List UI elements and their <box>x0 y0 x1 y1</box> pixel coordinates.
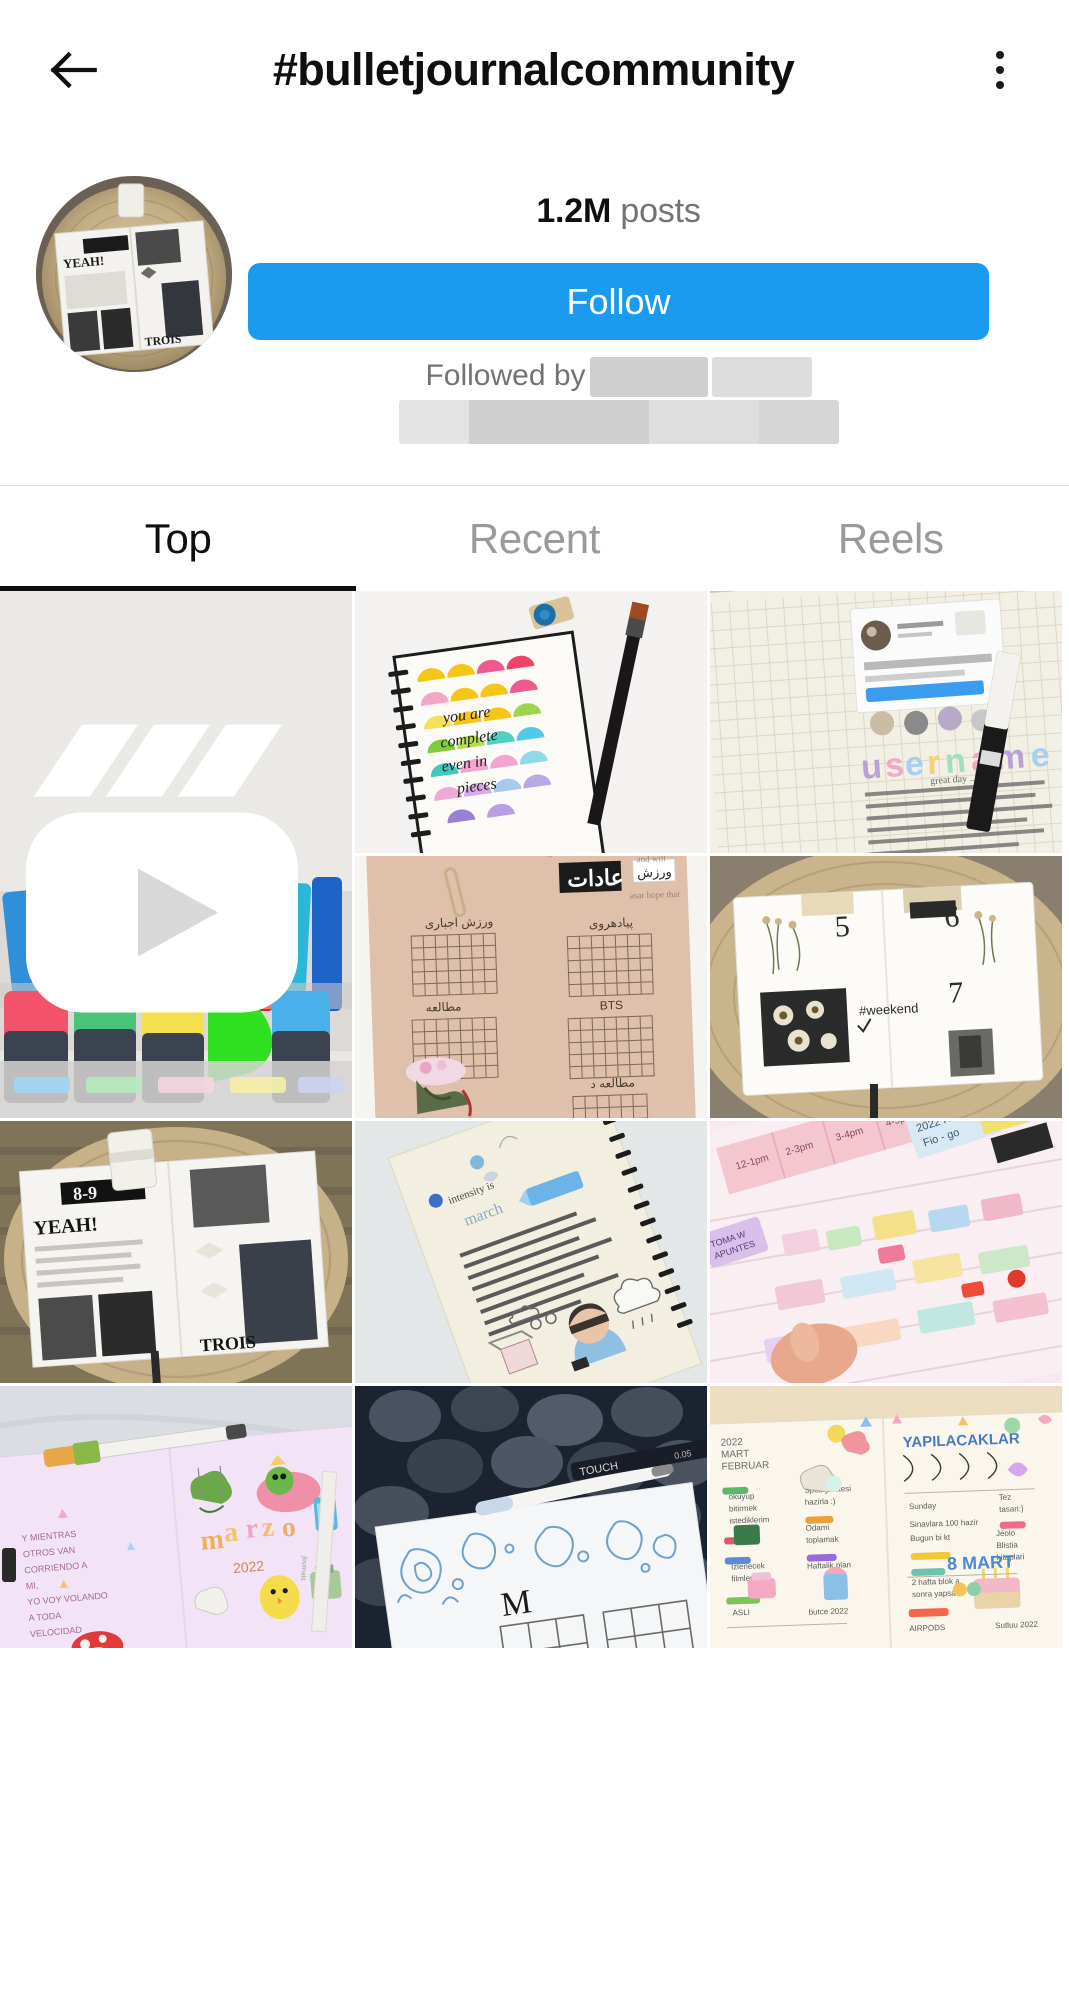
post-thumbnail <box>0 591 352 1118</box>
more-dot <box>996 81 1004 89</box>
arrow-left-icon <box>50 51 97 89</box>
grid-post-3[interactable]: u s e r n a m e great <box>710 591 1062 853</box>
post-count-label: posts <box>620 192 701 230</box>
svg-text:Odami: Odami <box>806 1523 830 1533</box>
grid-post-7[interactable]: intensity is march <box>355 1121 707 1383</box>
post-grid: you are complete even in pieces u s e r … <box>0 591 1069 1648</box>
svg-text:e: e <box>904 745 926 784</box>
follow-button[interactable]: Follow <box>248 263 989 340</box>
post-thumbnail: 8-9 YEAH! TROIS <box>0 1121 352 1383</box>
svg-text:Sutluu 2022: Sutluu 2022 <box>995 1620 1039 1631</box>
post-thumbnail: 5 6 7 #weekend <box>710 856 1062 1118</box>
svg-text:5: 5 <box>834 910 851 944</box>
svg-text:7: 7 <box>947 976 964 1010</box>
svg-text:Tez: Tez <box>999 1493 1012 1502</box>
hashtag-profile-section: YEAH! TROIS 1.2M posts Follow Followed b… <box>0 140 1069 485</box>
svg-text:FEBRUAR: FEBRUAR <box>721 1460 769 1473</box>
svg-text:8-9: 8-9 <box>72 1182 97 1204</box>
post-thumbnail: intensity is march <box>355 1121 707 1383</box>
svg-text:2022: 2022 <box>232 1557 265 1576</box>
svg-text:YEAH!: YEAH! <box>33 1213 99 1239</box>
post-count-value: 1.2M <box>536 192 612 230</box>
grid-post-5[interactable]: 5 6 7 #weekend <box>710 856 1062 1118</box>
post-thumbnail: M TOUCH 0.05 <box>355 1386 707 1648</box>
app-header: #bulletjournalcommunity <box>0 0 1069 140</box>
svg-text:پیادهروی: پیادهروی <box>589 915 634 931</box>
post-thumbnail: you are complete even in pieces <box>355 591 707 853</box>
post-thumbnail: 12-1pm2-3pm 3-4pm4-5pm 5-6pm6-7pm 2022 H… <box>710 1121 1062 1383</box>
svg-text:2022: 2022 <box>720 1437 743 1449</box>
svg-text:MART: MART <box>721 1449 750 1461</box>
svg-text:ASLI: ASLI <box>732 1608 750 1618</box>
avatar-image: YEAH! TROIS <box>36 176 232 372</box>
svg-text:#weekend: #weekend <box>859 1000 919 1018</box>
redacted-username <box>589 357 708 398</box>
post-thumbnail: Y MIENTRASOTROS VAN CORRIENDO AMI, YO VO… <box>0 1386 352 1648</box>
svg-text:butce 2022: butce 2022 <box>808 1606 848 1616</box>
svg-text:8 MART: 8 MART <box>947 1552 1015 1574</box>
svg-text:bitirmek: bitirmek <box>729 1503 758 1513</box>
post-count-line: 1.2M posts <box>248 192 989 231</box>
svg-text:2 hafta blok a: 2 hafta blok a <box>911 1576 960 1587</box>
svg-text:مطالعه: مطالعه <box>425 999 461 1014</box>
content-tabs: Top Recent Reels <box>0 486 1069 591</box>
more-dot <box>996 51 1004 59</box>
grid-post-1[interactable] <box>0 591 352 1118</box>
grid-post-8[interactable]: 12-1pm2-3pm 3-4pm4-5pm 5-6pm6-7pm 2022 H… <box>710 1121 1062 1383</box>
more-options-button[interactable] <box>965 31 1035 109</box>
svg-text:Blistia: Blistia <box>996 1540 1018 1550</box>
followed-by-label: Followed by <box>425 359 586 392</box>
redacted-username-row <box>398 400 839 444</box>
svg-text:a: a <box>223 1517 240 1549</box>
grid-post-10[interactable]: M TOUCH 0.05 <box>355 1386 707 1648</box>
svg-text:toplamak: toplamak <box>806 1535 840 1545</box>
instagram-hashtag-page: #bulletjournalcommunity YEAH! TROIS 1.2M… <box>0 0 1069 1999</box>
more-dot <box>996 66 1004 74</box>
svg-text:asar hope that: asar hope that <box>630 889 681 901</box>
back-button[interactable] <box>34 31 112 109</box>
svg-text:m: m <box>199 1524 225 1557</box>
tab-recent[interactable]: Recent <box>356 486 712 591</box>
svg-text:AIRPODS: AIRPODS <box>909 1623 945 1633</box>
grid-post-2[interactable]: you are complete even in pieces <box>355 591 707 853</box>
svg-text:M: M <box>499 1583 534 1624</box>
svg-text:hazirla :): hazirla :) <box>805 1497 836 1507</box>
svg-text:MI,: MI, <box>25 1580 38 1591</box>
tab-reels[interactable]: Reels <box>713 486 1069 591</box>
svg-text:e: e <box>1029 736 1051 775</box>
svg-text:عادات: عادات <box>567 865 624 892</box>
svg-text:ورزش: ورزش <box>637 864 672 881</box>
tab-top[interactable]: Top <box>0 486 357 591</box>
svg-text:tasari:): tasari:) <box>999 1504 1024 1514</box>
redacted-username <box>711 357 812 398</box>
svg-text:s: s <box>884 746 906 785</box>
grid-post-9[interactable]: Y MIENTRAS OTROS VAN CORRIENDO A MI, YO VO… <box>0 1386 352 1648</box>
svg-text:Bugun bi kt: Bugun bi kt <box>910 1533 951 1543</box>
svg-text:BTS: BTS <box>599 998 623 1013</box>
grid-post-4[interactable]: عادات ورزش ورزش اجباری پیادهروی مطالعه B… <box>355 856 707 1118</box>
post-thumbnail: 2022 MART FEBRUAR YAPILACAKLAR okuyupbit… <box>710 1386 1062 1648</box>
svg-text:TROIS: TROIS <box>199 1332 256 1356</box>
svg-text:Sunday: Sunday <box>909 1501 936 1511</box>
svg-text:and will: and will <box>636 856 666 864</box>
svg-text:u: u <box>860 747 883 786</box>
svg-text:istediklerim: istediklerim <box>729 1515 770 1525</box>
hashtag-stats: 1.2M posts Follow Followed by <box>238 172 1039 444</box>
grid-post-6[interactable]: 8-9 YEAH! TROIS <box>0 1121 352 1383</box>
avatar[interactable]: YEAH! TROIS <box>36 176 232 372</box>
page-title: #bulletjournalcommunity <box>272 44 795 95</box>
avatar-container: YEAH! TROIS <box>30 172 238 372</box>
post-thumbnail: عادات ورزش ورزش اجباری پیادهروی مطالعه B… <box>355 856 707 1118</box>
svg-text:sonra yapsa: sonra yapsa <box>912 1589 956 1600</box>
followed-by[interactable]: Followed by <box>248 354 989 444</box>
svg-text:Jeolo: Jeolo <box>996 1528 1016 1538</box>
svg-text:o: o <box>280 1512 297 1544</box>
svg-text:مطالعه د: مطالعه د <box>590 1075 635 1091</box>
grid-post-11[interactable]: 2022 MART FEBRUAR YAPILACAKLAR okuyup bi… <box>710 1386 1062 1648</box>
svg-text:6: 6 <box>944 900 961 934</box>
post-thumbnail: u s e r n a m e great <box>710 591 1062 853</box>
